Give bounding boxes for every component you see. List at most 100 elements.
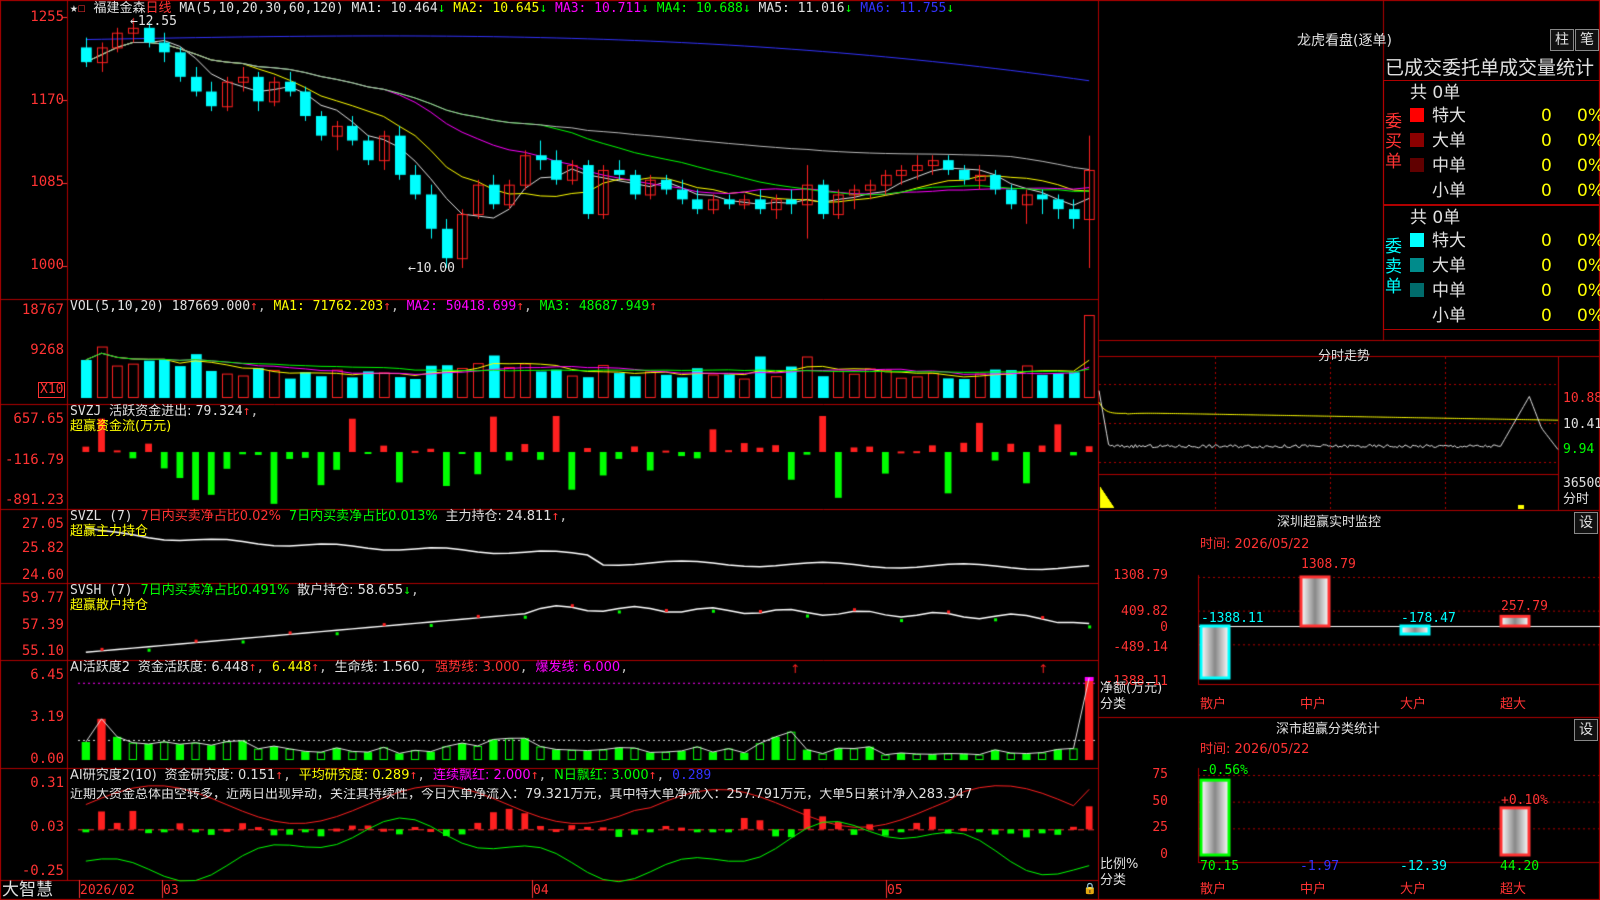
- row-pct: 0%: [1577, 306, 1600, 326]
- fl-category-label: 散户: [1200, 882, 1227, 897]
- row-pct: 0%: [1577, 106, 1600, 126]
- svzl-header: SVZL (7) 7日内买卖净占比0.02% 7日内买卖净占比0.013% 主力…: [70, 509, 568, 524]
- row-label: 大单: [1432, 256, 1466, 276]
- row-qty: 0: [1541, 281, 1552, 301]
- fenshi-ytick: 10.88: [1563, 391, 1600, 406]
- ytick: -489.14: [1113, 640, 1168, 655]
- fl-bar-top-label: +0.10%: [1501, 793, 1548, 808]
- brand-label[interactable]: 大智慧: [2, 881, 53, 899]
- ytick: 409.82: [1121, 604, 1168, 619]
- row-label: 大单: [1432, 131, 1466, 151]
- row-pct: 0%: [1577, 181, 1600, 201]
- sz-bar-value: -1388.11: [1201, 611, 1264, 626]
- buy-total: 共 0单: [1410, 83, 1461, 103]
- vol-unit-badge[interactable]: X10: [38, 382, 66, 398]
- svzj-ytick: -891.23: [4, 492, 64, 508]
- fl-stat-title: 深市超赢分类统计: [1276, 722, 1381, 737]
- flag-icon: ☐: [77, 1, 86, 16]
- sell-row-3: 小单: [1410, 304, 1466, 328]
- row-pct: 0%: [1577, 156, 1600, 176]
- price-ytick: 1170: [30, 92, 64, 108]
- kline-chart-canvas[interactable]: [0, 0, 1600, 900]
- buy-row-0: 特大: [1410, 104, 1466, 128]
- ytick: 25: [1152, 820, 1168, 835]
- time-axis-label: 03: [163, 883, 179, 898]
- buy-row-1: 大单: [1410, 129, 1466, 153]
- ai2-header: AI研究度2(10) 资金研究度: 0.151↑, 平均研究度: 0.289↑,…: [70, 768, 712, 783]
- sz-category-label: 超大: [1500, 697, 1527, 712]
- ai2-comment: 近期大资金总体由空转多，近两日出现异动，关注其持续性，今日大单净流入：79.32…: [70, 788, 973, 802]
- sz-category-label: 大户: [1400, 697, 1427, 712]
- svzj-ytick: 657.65: [13, 411, 64, 427]
- sz-category-label: 中户: [1300, 697, 1327, 712]
- svsh-header: SVSH (7) 7日内买卖净占比0.491% 散户持仓: 58.655↓,: [70, 583, 419, 598]
- row-pct: 0%: [1577, 281, 1600, 301]
- ma-value-ma6: MA6: 11.755↓: [852, 1, 955, 16]
- ma-value-ma5: MA5: 11.016↓: [750, 1, 853, 16]
- svzj-sub: 超赢资金流(万元): [70, 419, 172, 434]
- row-pct: 0%: [1577, 231, 1600, 251]
- high-marker: ←12.55: [130, 14, 177, 29]
- row-qty: 0: [1541, 106, 1552, 126]
- legend-swatch: [1410, 233, 1424, 247]
- legend-swatch: [1410, 183, 1424, 197]
- row-label: 特大: [1432, 231, 1466, 251]
- ma-value-ma2: MA2: 10.645↓: [445, 1, 548, 16]
- row-qty: 0: [1541, 181, 1552, 201]
- sz-bar-value: -178.47: [1401, 611, 1456, 626]
- legend-swatch: [1410, 283, 1424, 297]
- buy-row-2: 中单: [1410, 154, 1466, 178]
- row-qty: 0: [1541, 231, 1552, 251]
- legend-swatch: [1410, 308, 1424, 322]
- sell-row-0: 特大: [1410, 229, 1466, 253]
- ai2-ytick: -0.25: [21, 863, 64, 879]
- time-axis-label: 05: [887, 883, 903, 898]
- ytick: 50: [1152, 794, 1168, 809]
- row-pct: 0%: [1577, 131, 1600, 151]
- buy-side-label: 委买单: [1385, 112, 1402, 172]
- ma-value-ma1: MA1: 10.464↓: [351, 1, 446, 16]
- sell-row-2: 中单: [1410, 279, 1466, 303]
- svsh-ytick: 55.10: [21, 643, 64, 659]
- fl-bar-value: 44.20: [1500, 859, 1540, 874]
- legend-swatch: [1410, 108, 1424, 122]
- row-label: 中单: [1432, 156, 1466, 176]
- ytick: 75: [1152, 767, 1168, 782]
- svsh-ytick: 57.39: [21, 617, 64, 633]
- row-label: 中单: [1432, 281, 1466, 301]
- vol-ytick: 18767: [21, 302, 64, 318]
- vol-header: VOL(5,10,20) 187669.000↑, MA1: 71762.203…: [70, 299, 658, 314]
- row-pct: 0%: [1577, 256, 1600, 276]
- fl-category-label: 中户: [1300, 882, 1327, 897]
- legend-swatch: [1410, 258, 1424, 272]
- sz-category-label: 散户: [1200, 697, 1227, 712]
- main-header: ★☐ 福建金森日线 MA(5,10,20,30,60,120) MA1: 10.…: [70, 2, 954, 16]
- legend-swatch: [1410, 158, 1424, 172]
- ma-value-ma3: MA3: 10.711↓: [547, 1, 649, 16]
- favorite-star-icon[interactable]: ★: [70, 1, 78, 16]
- svzl-ytick: 24.60: [21, 567, 64, 583]
- sz-settings-button[interactable]: 设: [1574, 512, 1598, 534]
- ytick: 0: [1160, 620, 1168, 635]
- lock-icon[interactable]: 🔒: [1083, 882, 1097, 896]
- tick-view-button[interactable]: 笔: [1575, 29, 1599, 51]
- fenshi-vol-tick: 36500: [1563, 476, 1600, 491]
- price-ytick: 1085: [30, 174, 64, 190]
- fl-bar-value: -1.97: [1300, 859, 1340, 874]
- sell-row-1: 大单: [1410, 254, 1466, 278]
- svzl-ytick: 27.05: [21, 516, 64, 532]
- ytick: 1308.79: [1113, 568, 1168, 583]
- fenshi-title: 分时走势: [1318, 349, 1371, 364]
- time-axis-label: 04: [533, 883, 549, 898]
- fl-settings-button[interactable]: 设: [1574, 719, 1598, 741]
- fl-bar-value: -12.39: [1400, 859, 1447, 874]
- ai1-ytick: 6.45: [30, 667, 64, 683]
- fl-category-label: 大户: [1400, 882, 1427, 897]
- svzj-ytick: -116.79: [4, 452, 64, 468]
- ai1-ytick: 0.00: [30, 751, 64, 767]
- column-view-button[interactable]: 柱: [1550, 29, 1574, 51]
- sz-monitor-title: 深圳超赢实时监控: [1277, 515, 1382, 530]
- row-label: 小单: [1432, 181, 1466, 201]
- stat-title: 已成交委托单成交量统计: [1385, 57, 1595, 79]
- fenshi-vol-unit: 分时: [1563, 492, 1590, 507]
